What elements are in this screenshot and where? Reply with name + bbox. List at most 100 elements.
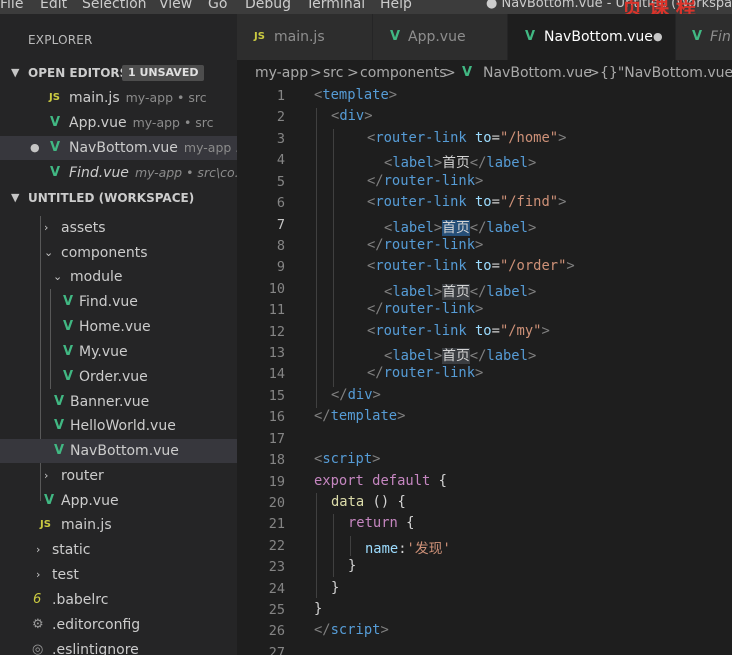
line-number: 15 — [268, 388, 285, 404]
code-line: return { — [348, 515, 415, 531]
breadcrumb-item[interactable]: src — [323, 60, 343, 86]
code-line: <router-link to="/find"> — [367, 194, 567, 210]
code-line: <router-link to="/home"> — [367, 130, 567, 146]
selected-text: 首页 — [442, 220, 470, 236]
tree-file[interactable]: V App.vue — [0, 489, 237, 513]
tree-label: My.vue — [79, 344, 128, 360]
line-number: 26 — [268, 623, 285, 639]
tree-file[interactable]: V HelloWorld.vue — [0, 414, 237, 438]
unsaved-badge: 1 UNSAVED — [122, 65, 205, 81]
line-number: 19 — [268, 474, 285, 490]
tree-folder[interactable]: ⌄ components — [0, 241, 237, 265]
open-editor-item-active[interactable]: ● V NavBottom.vuemy-app ... — [0, 136, 237, 160]
menu-selection[interactable]: Selection — [82, 0, 147, 12]
line-number: 18 — [268, 452, 285, 468]
code-line: </script> — [314, 622, 389, 638]
tree-folder[interactable]: ⌄ module — [0, 265, 237, 289]
line-number: 14 — [268, 366, 285, 382]
vue-icon: V — [54, 418, 65, 433]
tab-find-vue[interactable]: V Fin — [676, 14, 732, 60]
menu-terminal[interactable]: Terminal — [306, 0, 365, 12]
tree-file[interactable]: V Order.vue — [0, 365, 237, 389]
code-line-current: <label>首页</label> — [384, 220, 537, 236]
explorer-title: EXPLORER — [28, 33, 93, 47]
chevron-right-icon: › — [36, 543, 41, 556]
line-number: 21 — [268, 516, 285, 532]
line-number: 11 — [268, 302, 285, 318]
tree-label: components — [61, 245, 148, 261]
open-editor-label: NavBottom.vuemy-app ... — [69, 140, 237, 156]
tree-file[interactable]: 6 .babelrc — [0, 588, 237, 612]
menu-edit[interactable]: Edit — [40, 0, 67, 12]
tab-navbottom-vue[interactable]: V NavBottom.vue ● — [508, 14, 676, 60]
menu-go[interactable]: Go — [208, 0, 227, 12]
line-number: 4 — [276, 152, 285, 168]
tree-file[interactable]: V Banner.vue — [0, 390, 237, 414]
tree-folder[interactable]: › static — [0, 538, 237, 562]
tree-file[interactable]: JS main.js — [0, 513, 237, 537]
tree-file[interactable]: V My.vue — [0, 340, 237, 364]
code-line: <label>首页</label> — [384, 348, 537, 364]
tree-label: test — [52, 567, 79, 583]
open-editors-header[interactable]: ▼ OPEN EDITORS 1 UNSAVED — [0, 61, 237, 85]
menu-view[interactable]: View — [159, 0, 192, 12]
vue-icon: V — [525, 29, 536, 44]
tab-main-js[interactable]: JS main.js — [237, 14, 373, 60]
indent-guide — [333, 129, 334, 387]
tab-label: main.js — [274, 29, 325, 45]
vue-icon: V — [692, 29, 703, 44]
watermark: 页 课 程 — [622, 0, 696, 14]
code-line: </router-link> — [367, 237, 484, 253]
tree-file[interactable]: ⚙ .editorconfig — [0, 613, 237, 637]
tree-folder[interactable]: › test — [0, 563, 237, 587]
menu-debug[interactable]: Debug — [245, 0, 291, 12]
code-line: <label>首页</label> — [384, 284, 537, 300]
open-editor-item[interactable]: JS main.js my-app • src — [0, 86, 237, 110]
tree-file[interactable]: V Find.vue — [0, 290, 237, 314]
code-line: } — [314, 601, 323, 617]
chevron-down-icon: ⌄ — [53, 270, 63, 283]
vue-icon: V — [462, 65, 473, 80]
breadcrumb-item[interactable]: my-app — [255, 60, 308, 86]
tree-label: Order.vue — [79, 369, 148, 385]
menu-help[interactable]: Help — [380, 0, 412, 12]
code-line: <label>首页</label> — [384, 155, 537, 171]
tree-label: .editorconfig — [52, 617, 141, 633]
eslint-icon: ◎ — [32, 642, 44, 655]
line-number: 23 — [268, 559, 285, 575]
tree-file[interactable]: V Home.vue — [0, 315, 237, 339]
breadcrumb-item[interactable]: NavBottom.vue — [483, 60, 592, 86]
tree-label: Find.vue — [79, 294, 138, 310]
tab-label: App.vue — [408, 29, 466, 45]
vue-icon: V — [63, 369, 74, 384]
code-line: <template> — [314, 87, 398, 103]
tree-file[interactable]: ◎ .eslintignore — [0, 638, 237, 655]
menu-file[interactable]: File — [0, 0, 23, 12]
line-number: 20 — [268, 495, 285, 511]
tree-folder[interactable]: › assets — [0, 216, 237, 240]
vue-icon: V — [63, 344, 74, 359]
breadcrumb-item[interactable]: components — [360, 60, 447, 86]
tree-folder[interactable]: › router — [0, 464, 237, 488]
chevron-right-icon: › — [36, 568, 41, 581]
unsaved-dot-icon[interactable]: ● — [653, 14, 663, 60]
tree-file-selected[interactable]: V NavBottom.vue — [0, 439, 237, 463]
line-number: 25 — [268, 602, 285, 618]
code-line: <div> — [331, 108, 373, 124]
open-editor-item[interactable]: V Find.vue my-app • src\co... — [0, 161, 237, 185]
tree-label: router — [61, 468, 104, 484]
tab-app-vue[interactable]: V App.vue — [373, 14, 508, 60]
breadcrumb-separator: > — [347, 65, 359, 81]
indent-guide — [333, 514, 334, 577]
line-number: 16 — [268, 409, 285, 425]
tree-label: .eslintignore — [52, 642, 139, 655]
line-number: 17 — [268, 431, 285, 447]
unsaved-dot-icon[interactable]: ● — [30, 136, 40, 160]
breadcrumb-item[interactable]: {}"NavBottom.vue" — [600, 60, 732, 86]
breadcrumb-separator: > — [588, 65, 600, 81]
tab-label: Fin — [710, 29, 731, 45]
open-editor-item[interactable]: V App.vue my-app • src — [0, 111, 237, 135]
open-editor-label: main.js my-app • src — [69, 90, 207, 106]
code-editor[interactable]: 1 2 3 4 5 6 7 8 9 10 11 12 13 14 15 16 1… — [237, 86, 732, 655]
workspace-header[interactable]: ▼ UNTITLED (WORKSPACE) — [0, 186, 237, 210]
